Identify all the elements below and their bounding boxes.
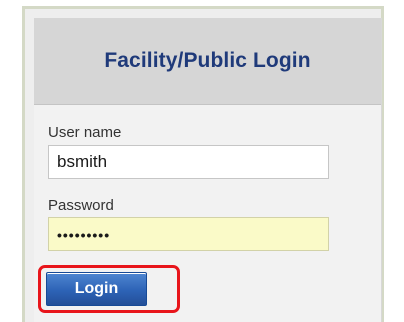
password-value: •••••••••	[57, 227, 111, 243]
page: Facility/Public Login User name bsmith P…	[0, 0, 404, 322]
password-input[interactable]: •••••••••	[48, 217, 329, 251]
username-value: bsmith	[57, 152, 108, 171]
password-label: Password	[48, 197, 114, 214]
panel-header: Facility/Public Login	[34, 18, 381, 105]
panel-title: Facility/Public Login	[104, 49, 311, 72]
username-input[interactable]: bsmith	[48, 145, 329, 179]
login-button[interactable]: Login	[46, 272, 147, 306]
username-label: User name	[48, 124, 122, 141]
